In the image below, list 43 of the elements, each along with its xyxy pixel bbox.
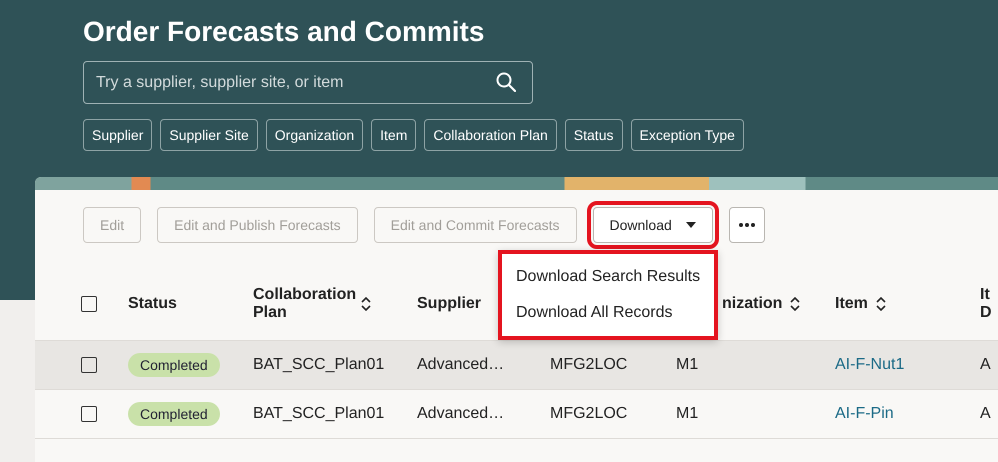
filter-chip[interactable]: Supplier Site <box>160 119 258 151</box>
search-field[interactable]: Try a supplier, supplier site, or item <box>83 61 533 104</box>
table-cell: M1 <box>676 405 698 423</box>
table-cell: M1 <box>676 356 698 374</box>
table-cell: MFG2LOC <box>550 405 628 423</box>
table-cell: MFG2LOC <box>550 356 628 374</box>
filter-chip[interactable]: Supplier <box>83 119 152 151</box>
row-checkbox[interactable] <box>81 406 97 422</box>
ellipsis-icon <box>738 222 755 226</box>
status-badge: Completed <box>128 353 220 377</box>
filter-chip[interactable]: Status <box>564 119 622 151</box>
menu-item[interactable]: Download Search Results <box>502 259 714 295</box>
filter-chip[interactable]: Collaboration Plan <box>424 119 557 151</box>
item-link[interactable]: AI-F-Nut1 <box>835 356 904 374</box>
filter-chip[interactable]: Item <box>371 119 416 151</box>
filter-chip[interactable]: Exception Type <box>630 119 744 151</box>
column-header: It D <box>980 286 993 322</box>
column-header: Status <box>128 295 177 313</box>
filter-chip[interactable]: Organization <box>266 119 364 151</box>
table-cell: BAT_SCC_Plan01 <box>253 356 384 374</box>
select-all-checkbox[interactable] <box>81 296 97 312</box>
caret-icon <box>686 222 696 228</box>
column-header: Collaboration Plan <box>253 286 353 322</box>
column-header: nization <box>722 295 782 313</box>
sort-icon[interactable] <box>361 297 371 311</box>
row-checkbox[interactable] <box>81 357 97 373</box>
table-row[interactable]: Completed BAT_SCC_Plan01 Advanced… MFG2LOC M1 AI-F-Nut1 A <box>35 341 998 390</box>
page-title: Order Forecasts and Commits <box>83 16 484 48</box>
table-row[interactable]: Completed BAT_SCC_Plan01 Advanced… MFG2LOC M1 AI-F-Pin A <box>35 390 998 439</box>
column-header: Supplier <box>417 295 482 313</box>
item-link[interactable]: AI-F-Pin <box>835 405 894 423</box>
menu-item[interactable]: Download All Records <box>502 295 714 331</box>
sort-icon[interactable] <box>876 297 886 311</box>
status-badge: Completed <box>128 402 220 426</box>
table-cell: Advanced… <box>417 405 504 423</box>
sort-icon[interactable] <box>790 297 800 311</box>
table-cell: A <box>980 356 991 374</box>
column-header: Item <box>835 295 868 313</box>
more-button[interactable] <box>728 206 765 242</box>
table-cell: A <box>980 405 991 423</box>
table-cell: Advanced… <box>417 356 504 374</box>
search-icon[interactable] <box>496 72 516 92</box>
table-cell: BAT_SCC_Plan01 <box>253 405 384 423</box>
